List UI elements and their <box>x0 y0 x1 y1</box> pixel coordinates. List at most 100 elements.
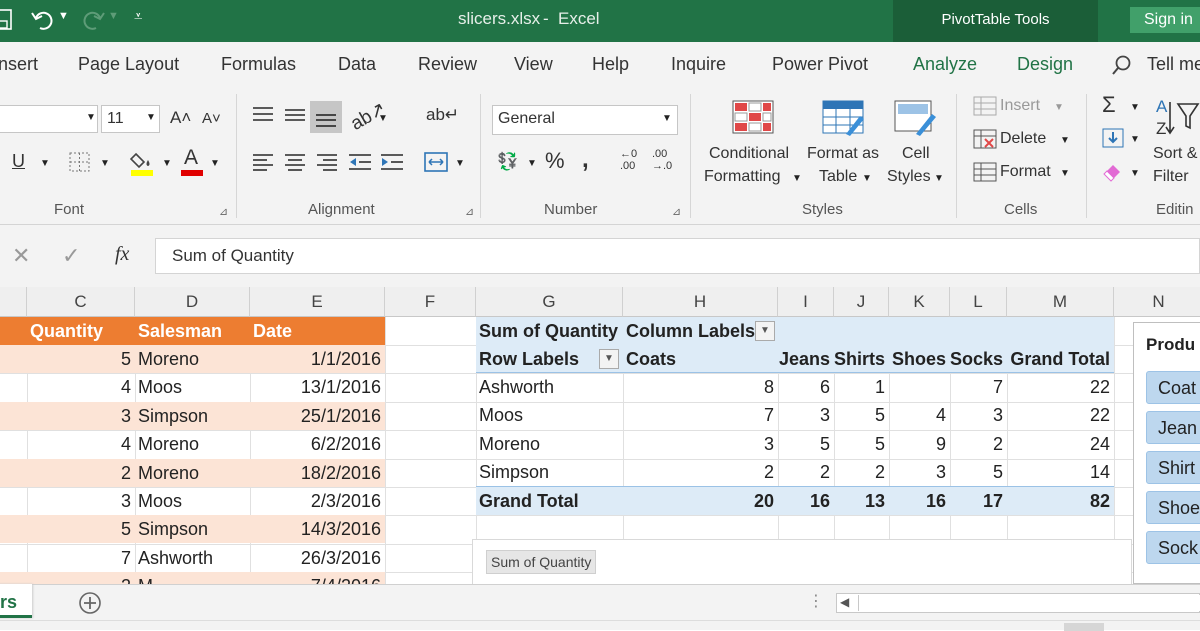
pivot-grand-total-cell[interactable]: 17 <box>950 487 1007 515</box>
pivot-value-cell[interactable]: 4 <box>889 401 950 429</box>
slicer-item-label[interactable]: Shirt <box>1158 454 1200 482</box>
tab-page-layout[interactable]: Page Layout <box>78 54 179 75</box>
quantity-cell[interactable]: 2 <box>27 459 135 487</box>
salesman-cell[interactable]: Moos <box>138 373 248 401</box>
pivot-value-cell[interactable]: 7 <box>623 401 778 429</box>
column-labels-filter-button[interactable]: ▼ <box>755 321 775 341</box>
merge-center-icon[interactable] <box>424 152 448 172</box>
tab-formulas[interactable]: Formulas <box>221 54 296 75</box>
scroll-left-icon[interactable]: ◀ <box>840 595 849 609</box>
orientation-dropdown-icon[interactable]: ▼ <box>378 113 388 124</box>
date-cell[interactable]: 13/1/2016 <box>250 373 385 401</box>
font-color-icon[interactable]: A <box>184 146 198 170</box>
pivot-row-label[interactable]: Moreno <box>479 430 619 458</box>
quantity-cell[interactable]: 5 <box>27 345 135 373</box>
align-right-icon[interactable] <box>316 153 338 171</box>
pivot-value-cell[interactable]: 2 <box>950 430 1007 458</box>
pivot-grand-total-cell[interactable]: 16 <box>778 487 834 515</box>
tab-help[interactable]: Help <box>592 54 629 75</box>
quantity-cell[interactable]: 3 <box>27 487 135 515</box>
column-header-l[interactable]: L <box>950 287 1007 317</box>
font-name-dropdown-icon[interactable]: ▼ <box>86 112 96 123</box>
percent-style-icon[interactable]: % <box>545 148 565 174</box>
pivot-grand-total-cell[interactable]: 20 <box>623 487 778 515</box>
table-header-date[interactable]: Date <box>253 317 383 345</box>
pivot-value-field-label[interactable]: Sum of Quantity <box>479 317 625 345</box>
quantity-cell[interactable]: 3 <box>27 402 135 430</box>
column-header-e[interactable]: E <box>250 287 385 317</box>
pivot-col-header-grand-total[interactable]: Grand Total <box>1007 345 1114 373</box>
accounting-format-icon[interactable]: 💱 <box>497 152 518 172</box>
format-as-table-label-2[interactable]: Table <box>819 168 857 186</box>
tab-analyze[interactable]: Analyze <box>913 54 977 75</box>
salesman-cell[interactable]: Simpson <box>138 515 248 543</box>
delete-cells-button[interactable]: Delete <box>1000 130 1046 148</box>
date-cell[interactable]: 6/2/2016 <box>250 430 385 458</box>
slicer-item-label[interactable]: Jean <box>1158 414 1200 442</box>
pivot-value-cell[interactable]: 3 <box>889 458 950 486</box>
bottom-align-icon[interactable] <box>315 110 337 128</box>
worksheet-grid[interactable]: C D E F G H I J K L M N Quantity Salesma… <box>0 287 1200 584</box>
fill-color-icon[interactable] <box>130 148 156 178</box>
sheet-tab-label[interactable]: rs <box>0 592 17 613</box>
tab-split-handle-icon[interactable]: ⋮ <box>808 591 824 611</box>
pivot-col-header-jeans[interactable]: Jeans <box>778 345 834 373</box>
pivot-row-label[interactable]: Moos <box>479 401 619 429</box>
pivot-value-cell[interactable]: 6 <box>778 373 834 401</box>
delete-cells-icon[interactable] <box>973 129 997 149</box>
font-size-dropdown-icon[interactable]: ▼ <box>146 112 156 123</box>
pivot-grand-total-cell[interactable]: 13 <box>834 487 889 515</box>
cell-styles-label-2[interactable]: Styles <box>887 168 931 186</box>
increase-decimal-icon[interactable]: ←0.00 <box>620 148 637 172</box>
new-sheet-icon[interactable] <box>78 591 102 615</box>
column-header-m[interactable]: M <box>1007 287 1114 317</box>
undo-dropdown-icon[interactable]: ▼ <box>58 10 69 22</box>
table-header-quantity[interactable]: Quantity <box>30 317 135 345</box>
salesman-cell[interactable]: M <box>138 572 248 584</box>
pivot-value-cell[interactable] <box>889 373 950 401</box>
decrease-font-icon[interactable]: A˅ <box>202 110 221 127</box>
pivot-value-cell[interactable]: 5 <box>834 430 889 458</box>
column-header-g[interactable]: G <box>476 287 623 317</box>
pivot-value-cell[interactable]: 1 <box>834 373 889 401</box>
table-header-salesman[interactable]: Salesman <box>138 317 248 345</box>
pivot-value-cell[interactable]: 5 <box>834 401 889 429</box>
tab-insert[interactable]: nsert <box>0 54 38 75</box>
salesman-cell[interactable]: Moreno <box>138 430 248 458</box>
pivot-row-label[interactable]: Simpson <box>479 458 619 486</box>
pivot-value-cell[interactable]: 2 <box>623 458 778 486</box>
pivot-grand-total-label[interactable]: Grand Total <box>479 487 619 515</box>
customize-toolbar-icon[interactable]: ⩡ <box>134 8 142 25</box>
pivot-value-cell[interactable]: 3 <box>950 401 1007 429</box>
clear-dropdown-icon[interactable]: ▼ <box>1130 168 1140 179</box>
tab-design[interactable]: Design <box>1017 54 1073 75</box>
date-cell[interactable]: 18/2/2016 <box>250 459 385 487</box>
column-header-j[interactable]: J <box>834 287 889 317</box>
format-cells-dropdown-icon[interactable]: ▼ <box>1060 168 1070 179</box>
pivot-value-cell[interactable]: 2 <box>834 458 889 486</box>
comma-style-icon[interactable]: , <box>582 146 589 174</box>
pivot-value-cell[interactable]: 9 <box>889 430 950 458</box>
insert-function-icon[interactable]: fx <box>115 243 129 266</box>
conditional-formatting-label-1[interactable]: Conditional <box>709 145 789 163</box>
cell-styles-dropdown-icon[interactable]: ▼ <box>934 173 944 184</box>
enter-icon[interactable]: ✓ <box>62 243 80 269</box>
pivot-value-cell[interactable]: 24 <box>1007 430 1114 458</box>
fill-dropdown-icon[interactable]: ▼ <box>1130 134 1140 145</box>
slicer-item-label[interactable]: Shoe <box>1158 494 1200 522</box>
quantity-cell[interactable]: 2 <box>27 572 135 584</box>
quantity-cell[interactable]: 4 <box>27 373 135 401</box>
cell-styles-label-1[interactable]: Cell <box>902 145 930 163</box>
search-icon[interactable] <box>1111 54 1133 76</box>
row-header-corner[interactable] <box>0 287 27 317</box>
number-format-dropdown-icon[interactable]: ▼ <box>662 113 672 124</box>
font-dialog-launcher-icon[interactable]: ⊿ <box>219 205 228 218</box>
pivot-value-cell[interactable]: 22 <box>1007 373 1114 401</box>
column-header-i[interactable]: I <box>778 287 834 317</box>
tab-inquire[interactable]: Inquire <box>671 54 726 75</box>
conditional-formatting-label-2[interactable]: Formatting <box>704 168 780 186</box>
decrease-decimal-icon[interactable]: .00 →.0 <box>652 148 672 172</box>
row-labels-filter-button[interactable]: ▼ <box>599 349 619 369</box>
pivot-grand-total-cell[interactable]: 82 <box>1007 487 1114 515</box>
slicer-item-label[interactable]: Coat <box>1158 374 1200 402</box>
